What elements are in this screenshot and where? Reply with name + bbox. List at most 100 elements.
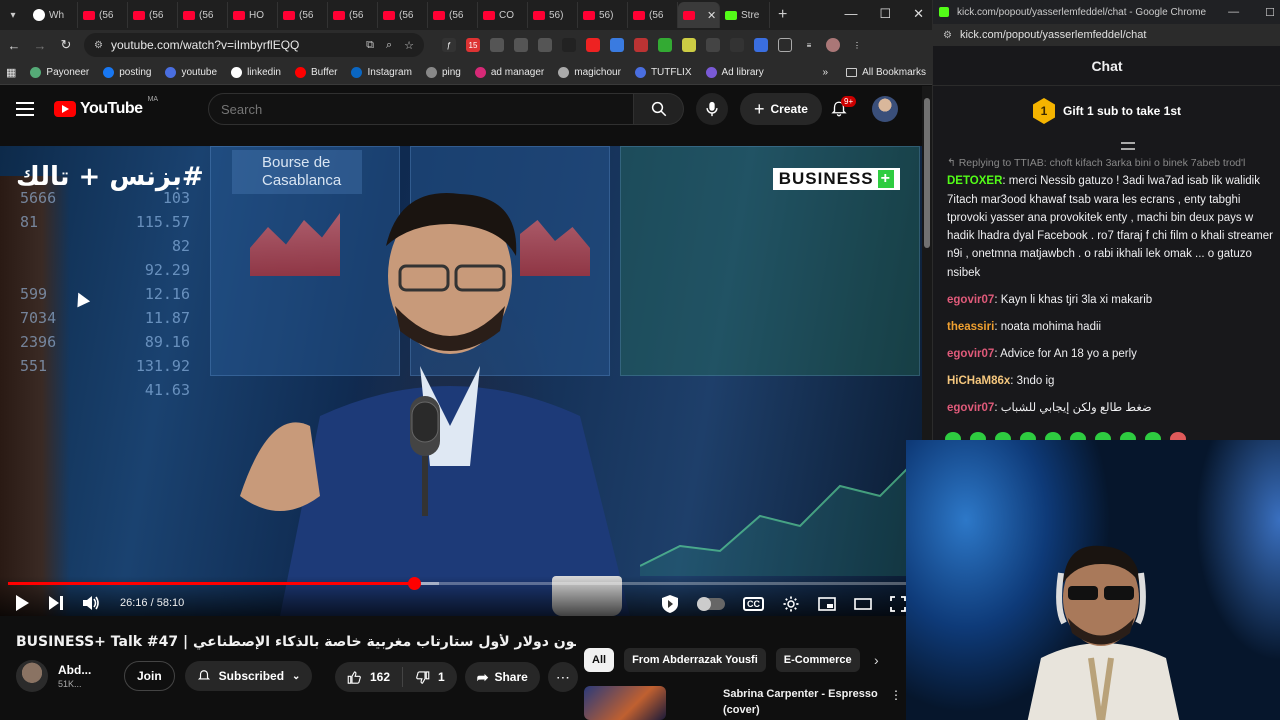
recommended-title[interactable]: Sabrina Carpenter - Espresso	[723, 688, 878, 700]
browser-tab[interactable]: CO	[478, 2, 528, 28]
back-icon[interactable]: ←	[6, 38, 22, 53]
browser-tab[interactable]: (56	[378, 2, 428, 28]
chat-username[interactable]: HiCHaM86x	[947, 375, 1010, 387]
youtube-logo[interactable]: YouTube MA	[54, 96, 158, 118]
zoom-icon[interactable]: ⌕	[386, 39, 392, 52]
profile-icon[interactable]	[826, 38, 840, 52]
subscribed-button[interactable]: Subscribed ⌄	[184, 661, 313, 691]
next-icon[interactable]	[48, 595, 64, 611]
browser-tab[interactable]: Wh	[28, 2, 78, 28]
bookmark-item[interactable]: TUTFLIX	[634, 66, 692, 78]
browser-tab[interactable]: (56	[278, 2, 328, 28]
browser-tab[interactable]: (56	[628, 2, 678, 28]
subtitles-icon[interactable]: CC	[743, 597, 764, 611]
recommended-video[interactable]: Sabrina Carpenter - Espresso (cover) ⋮	[584, 686, 906, 720]
search-input[interactable]	[208, 93, 634, 125]
minimize-icon[interactable]: —	[844, 6, 857, 22]
reload-icon[interactable]: ↻	[58, 37, 74, 53]
extension-icon[interactable]	[658, 38, 672, 52]
bookmark-item[interactable]: Buffer	[294, 66, 337, 78]
extension-icon[interactable]	[682, 38, 696, 52]
filter-chip[interactable]: E-Commerce	[775, 648, 860, 672]
progress-bar[interactable]	[8, 577, 906, 590]
minimize-icon[interactable]: —	[1228, 6, 1239, 19]
chat-username[interactable]: theassiri	[947, 321, 994, 333]
site-info-icon[interactable]: ⚙	[94, 40, 103, 51]
browser-tab[interactable]: (56	[328, 2, 378, 28]
browser-tab[interactable]: (56	[78, 2, 128, 28]
chat-username[interactable]: egovir07	[947, 402, 994, 414]
bookmark-item[interactable]: linkedin	[231, 66, 281, 78]
channel-name[interactable]: Abd...	[58, 663, 118, 677]
close-icon[interactable]: ✕	[913, 6, 924, 22]
bookmark-item[interactable]: ping	[425, 66, 461, 78]
kick-url[interactable]: kick.com/popout/yasserlemfeddel/chat	[960, 29, 1146, 41]
create-button[interactable]: + Create	[740, 93, 822, 125]
extension-icon[interactable]	[754, 38, 768, 52]
maximize-icon[interactable]: ☐	[1265, 6, 1275, 19]
bookmark-item[interactable]: youtube	[165, 66, 217, 78]
extension-badge-icon[interactable]: 15	[466, 38, 480, 52]
autoplay-toggle[interactable]	[697, 597, 725, 611]
extension-icon[interactable]	[490, 38, 504, 52]
extensions-puzzle-icon[interactable]	[778, 38, 792, 52]
chat-username[interactable]: DETOXER	[947, 175, 1002, 187]
browser-tab[interactable]: 56)	[578, 2, 628, 28]
site-info-icon[interactable]: ⚙	[943, 30, 952, 41]
miniplayer-icon[interactable]	[818, 597, 836, 611]
browser-menu-icon[interactable]: ⋮	[850, 38, 864, 52]
maximize-icon[interactable]: ☐	[879, 6, 891, 22]
bookmark-item[interactable]: Payoneer	[30, 66, 89, 78]
filter-chip[interactable]: From Abderrazak Yousfi	[624, 648, 766, 672]
extension-icon[interactable]	[586, 38, 600, 52]
browser-tab[interactable]: (56	[128, 2, 178, 28]
extension-icon[interactable]	[610, 38, 624, 52]
bookmark-star-icon[interactable]: ☆	[404, 39, 414, 52]
new-tab-button[interactable]: +	[778, 6, 787, 24]
scrubber-handle[interactable]	[407, 577, 421, 590]
browser-tab[interactable]: HO	[228, 2, 278, 28]
forward-icon[interactable]: →	[32, 38, 48, 53]
all-bookmarks-folder[interactable]: All Bookmarks	[846, 67, 926, 78]
browser-tab[interactable]: Stre	[720, 2, 770, 28]
theater-mode-icon[interactable]	[854, 598, 872, 610]
join-button[interactable]: Join	[124, 661, 175, 691]
bookmark-item[interactable]: ad manager	[474, 66, 544, 78]
recommended-menu-icon[interactable]: ⋮	[890, 688, 902, 702]
voice-search-button[interactable]	[696, 93, 728, 125]
browser-tab[interactable]: (56	[428, 2, 478, 28]
extension-icon[interactable]	[514, 38, 528, 52]
extension-icon[interactable]	[634, 38, 648, 52]
more-actions-button[interactable]: ⋯	[547, 662, 578, 692]
settings-gear-icon[interactable]	[782, 595, 800, 613]
bookmark-item[interactable]: Instagram	[351, 66, 412, 78]
extension-icon[interactable]: ƒ	[442, 38, 456, 52]
recommended-thumbnail[interactable]	[584, 686, 666, 720]
share-button[interactable]: ➦ Share	[464, 662, 540, 692]
tab-close-icon[interactable]: ✕	[707, 9, 716, 22]
chat-username[interactable]: egovir07	[947, 294, 994, 306]
shield-icon[interactable]	[661, 594, 679, 614]
bookmark-item[interactable]: magichour	[558, 66, 621, 78]
filter-chip[interactable]: All	[584, 648, 615, 672]
gift-sub-banner[interactable]: 1 Gift 1 sub to take 1st	[933, 90, 1280, 132]
bookmarks-overflow-button[interactable]: »	[823, 67, 829, 78]
scrollbar-thumb[interactable]	[924, 98, 930, 248]
browser-tab[interactable]: 56)	[528, 2, 578, 28]
browser-tab[interactable]: (56	[178, 2, 228, 28]
extension-icon[interactable]	[562, 38, 576, 52]
url-field[interactable]: ⚙ youtube.com/watch?v=iImbyrflEQQ ⧉ ⌕ ☆	[84, 33, 424, 57]
extension-icon[interactable]	[538, 38, 552, 52]
volume-icon[interactable]	[82, 595, 100, 611]
pinned-drag-handle[interactable]	[1121, 142, 1135, 150]
channel-avatar[interactable]	[16, 660, 48, 692]
browser-tab[interactable]: ✕	[678, 2, 720, 28]
like-button[interactable]: 162	[335, 667, 404, 687]
extension-icon[interactable]	[730, 38, 744, 52]
reading-list-icon[interactable]: ≡	[802, 38, 816, 52]
video-player[interactable]: 5666 103 81 115.57 82 92.29 599 12.16 7034 11.87 2…	[0, 146, 922, 616]
search-button[interactable]	[634, 93, 684, 125]
chevron-right-icon[interactable]: ›	[874, 652, 879, 668]
menu-icon[interactable]	[16, 102, 34, 116]
account-avatar[interactable]	[872, 96, 898, 122]
